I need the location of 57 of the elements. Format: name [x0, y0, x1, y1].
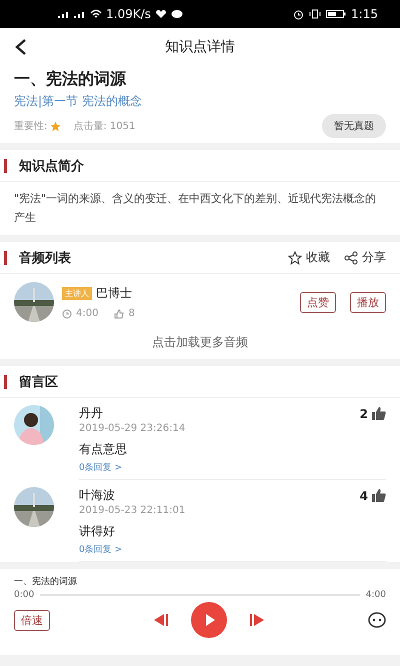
comment-text: 讲得好: [79, 523, 116, 540]
like-count: 4: [360, 488, 368, 502]
back-icon[interactable]: [14, 39, 28, 55]
elapsed-time: 0:00: [14, 590, 34, 600]
thumb-icon: [114, 308, 124, 318]
star-icon: [50, 120, 62, 132]
heart-icon: [154, 9, 167, 19]
wifi-icon: [90, 9, 102, 19]
thumbs-up-icon[interactable]: [372, 407, 386, 420]
section-title: 知识点简介: [19, 158, 84, 174]
like-count: 2: [360, 406, 368, 420]
clock-time: 1:15: [351, 7, 378, 21]
playlist-icon[interactable]: [368, 612, 386, 628]
replies-link[interactable]: 0条回复 >: [79, 461, 386, 474]
speaker-badge: 主讲人: [62, 287, 92, 300]
category-path: 宪法|第一节 宪法的概念: [14, 93, 143, 110]
share-button[interactable]: 分享: [344, 249, 386, 266]
favorite-button[interactable]: 收藏: [288, 249, 330, 266]
duration: 4:00: [76, 308, 98, 319]
total-time: 4:00: [366, 590, 386, 600]
share-icon: [344, 250, 358, 264]
thumbs-up-icon[interactable]: [372, 489, 386, 502]
importance-label: 重要性:: [14, 120, 48, 133]
alarm-icon: [293, 8, 304, 20]
exam-button[interactable]: 暂无真题: [322, 114, 386, 138]
comment-time: 2019-05-23 22:11:01: [79, 505, 186, 516]
battery-icon: [326, 9, 346, 19]
section-marker: [4, 374, 7, 388]
section-title: 音频列表: [19, 250, 71, 266]
click-count: 点击量: 1051: [73, 120, 136, 133]
play-button[interactable]: 播放: [350, 292, 386, 312]
like-count: 8: [128, 308, 135, 319]
section-marker: [4, 250, 7, 264]
chat-icon: [170, 9, 183, 19]
star-outline-icon: [288, 250, 302, 264]
vibrate-icon: [309, 9, 322, 19]
topic-title: 一、宪法的词源: [14, 69, 128, 90]
comment-time: 2019-05-29 23:26:14: [79, 423, 186, 434]
network-speed: 1.09K/s: [106, 7, 151, 21]
play-icon[interactable]: [191, 602, 227, 638]
section-title: 留言区: [19, 374, 58, 390]
intro-text: "宪法"一词的来源、含义的变迁、在中西文化下的差别、近现代宪法概念的产生: [13, 191, 378, 226]
commenter-name: 叶海波: [79, 487, 115, 504]
replies-link[interactable]: 0条回复 >: [79, 543, 386, 556]
track-title: 一、宪法的词源: [14, 576, 78, 588]
comment-text: 有点意思: [79, 441, 128, 458]
section-marker: [4, 158, 7, 172]
clock-icon: [62, 308, 72, 318]
like-button[interactable]: 点赞: [300, 292, 336, 312]
page-title: 知识点详情: [165, 38, 235, 56]
signal-icon: [56, 9, 86, 19]
speaker-name: 巴博士: [96, 285, 132, 302]
speed-button[interactable]: 倍速: [14, 610, 50, 630]
previous-icon[interactable]: [153, 613, 169, 627]
load-more-link[interactable]: 点击加载更多音频: [0, 330, 400, 359]
commenter-name: 丹丹: [79, 405, 103, 422]
next-icon[interactable]: [249, 613, 265, 627]
